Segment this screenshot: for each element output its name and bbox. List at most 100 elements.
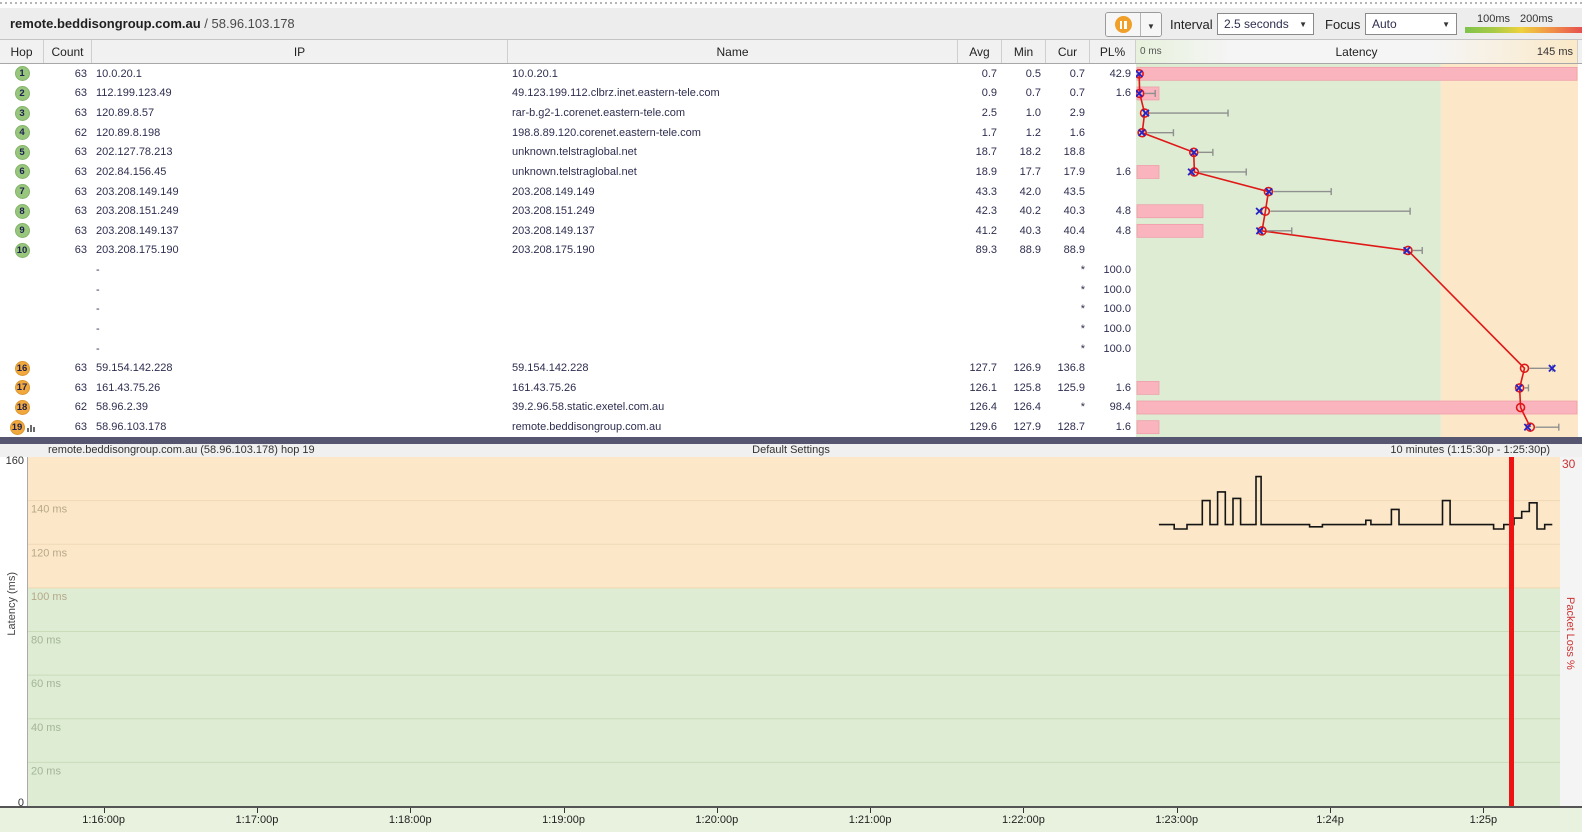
count-cell: 63 [44,84,92,104]
hop-number-badge: 8 [15,204,30,219]
hop-number-badge: 3 [15,106,30,121]
name-cell: unknown.telstraglobal.net [508,143,958,163]
name-cell [508,319,958,339]
hop-cell: 19 [0,417,44,437]
name-cell: rar-b.g2-1.corenet.eastern-tele.com [508,103,958,123]
cur-cell: 125.9 [1046,378,1090,398]
name-cell: 59.154.142.228 [508,358,958,378]
timeline-settings-label: Default Settings [0,444,1582,457]
cur-cell: * [1046,339,1090,359]
avg-cell: 89.3 [958,241,1002,261]
name-cell: 203.208.151.249 [508,201,958,221]
hop-number-badge: 18 [15,400,30,415]
legend-200ms-label: 200ms [1520,13,1553,25]
cur-cell: 18.8 [1046,143,1090,163]
interval-value: 2.5 seconds [1224,17,1299,31]
hop-cell [0,319,44,339]
packet-loss-cell: 100.0 [1090,339,1136,359]
ip-cell: 203.208.151.249 [92,201,508,221]
latency-color-legend: 100ms 200ms [1465,8,1582,40]
gridline-label: 120 ms [31,547,68,559]
packet-loss-axis-title: Packet Loss % [1564,597,1576,670]
name-cell: 203.208.175.190 [508,241,958,261]
column-header-cur: Cur [1046,40,1090,63]
ip-cell: 202.84.156.45 [92,162,508,182]
packet-loss-cell [1090,103,1136,123]
min-cell: 125.8 [1002,378,1046,398]
packet-loss-cell: 4.8 [1090,221,1136,241]
top-resize-strip[interactable] [0,0,1582,8]
ip-cell: - [92,319,508,339]
count-cell: 63 [44,417,92,437]
cur-cell: 43.5 [1046,182,1090,202]
ip-cell: 120.89.8.57 [92,103,508,123]
packet-loss-cell: 100.0 [1090,260,1136,280]
hop-number-badge: 6 [15,164,30,179]
hop-cell: 2 [0,84,44,104]
min-cell: 0.5 [1002,64,1046,84]
count-cell: 63 [44,182,92,202]
count-cell: 63 [44,241,92,261]
latency-header-title: Latency [1335,45,1377,59]
time-tick [1483,808,1484,813]
packet-loss-cell [1090,182,1136,202]
latency-time-plot[interactable]: 140 ms120 ms100 ms80 ms60 ms40 ms20 ms [27,457,1560,806]
hop-cell: 1 [0,64,44,84]
interval-select[interactable]: 2.5 seconds ▼ [1217,13,1314,35]
time-tick [1330,808,1331,813]
min-cell: 126.9 [1002,358,1046,378]
time-tick [1177,808,1178,813]
latency-scale-max: 145 ms [1537,46,1573,58]
y-axis-title: Latency (ms) [6,572,18,636]
avg-cell: 0.7 [958,64,1002,84]
timeline-graph[interactable]: 160 0 Latency (ms) 140 ms120 ms100 ms80 … [0,457,1582,806]
min-cell: 18.2 [1002,143,1046,163]
avg-cell: 126.1 [958,378,1002,398]
name-cell: unknown.telstraglobal.net [508,162,958,182]
name-cell [508,300,958,320]
time-label: 1:19:00p [542,814,585,826]
name-cell: 161.43.75.26 [508,378,958,398]
name-cell [508,280,958,300]
cur-cell: 2.9 [1046,103,1090,123]
min-cell: 17.7 [1002,162,1046,182]
count-cell [44,300,92,320]
gridline-label: 80 ms [31,635,61,647]
timeline-range-label: 10 minutes (1:15:30p - 1:25:30p) [1390,444,1550,457]
packet-loss-cell [1090,241,1136,261]
count-cell: 63 [44,143,92,163]
pause-menu-button[interactable]: ▼ [1140,13,1161,36]
pause-button[interactable] [1106,13,1140,36]
focus-select[interactable]: Auto ▼ [1365,13,1457,35]
ip-cell: 58.96.2.39 [92,398,508,418]
name-cell [508,339,958,359]
packet-loss-cell: 42.9 [1090,64,1136,84]
panel-splitter[interactable] [0,437,1582,444]
cur-cell: 0.7 [1046,84,1090,104]
hop-number-badge: 16 [15,361,30,376]
ip-cell: 58.96.103.178 [92,417,508,437]
hop-cell: 10 [0,241,44,261]
graph-indicator-icon [27,423,35,432]
hop-cell: 4 [0,123,44,143]
time-label: 1:24p [1316,814,1344,826]
hop-cell: 3 [0,103,44,123]
ip-cell: - [92,300,508,320]
time-label: 1:20:00p [695,814,738,826]
hop-cell: 8 [0,201,44,221]
ip-cell: 203.208.175.190 [92,241,508,261]
time-tick [870,808,871,813]
avg-cell: 126.4 [958,398,1002,418]
name-cell: 49.123.199.112.clbrz.inet.eastern-tele.c… [508,84,958,104]
count-cell [44,280,92,300]
min-cell: 42.0 [1002,182,1046,202]
packet-loss-max-label: 30 [1562,457,1575,471]
hop-cell: 6 [0,162,44,182]
min-cell [1002,280,1046,300]
legend-100ms-label: 100ms [1477,13,1510,25]
min-cell: 1.0 [1002,103,1046,123]
count-cell: 63 [44,201,92,221]
cur-cell: 1.6 [1046,123,1090,143]
min-cell: 1.2 [1002,123,1046,143]
column-header-count: Count [44,40,92,63]
